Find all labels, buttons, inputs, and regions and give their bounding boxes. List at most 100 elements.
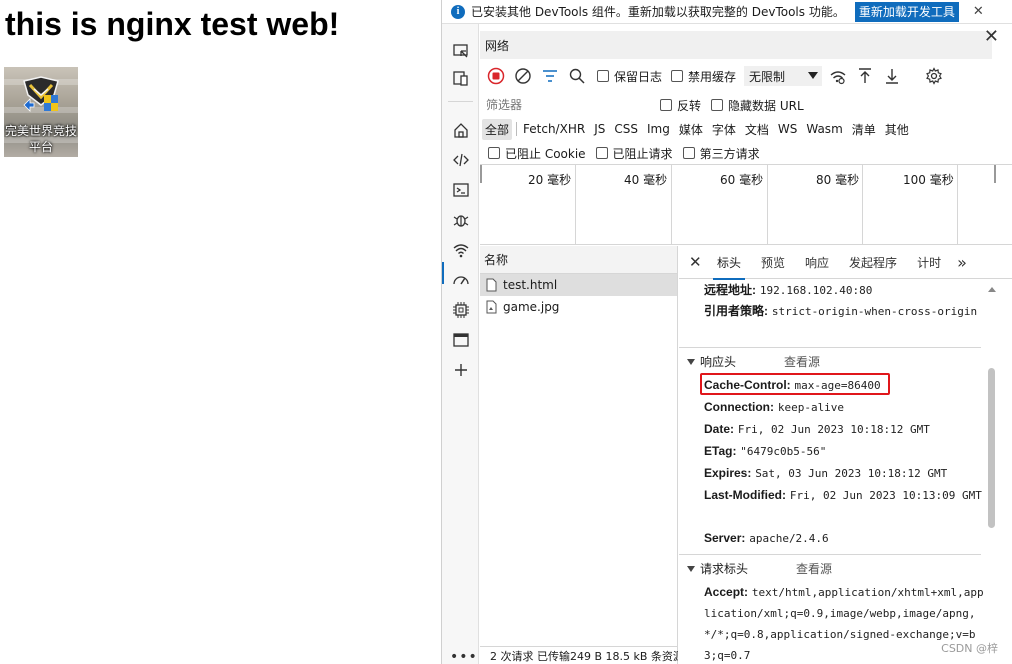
type-filter-css[interactable]: CSS: [611, 120, 641, 138]
request-row-test-html[interactable]: test.html: [480, 274, 677, 296]
invert-checkbox[interactable]: 反转: [660, 97, 701, 114]
resource-type-filters: 全部 Fetch/XHR JS CSS Img 媒体 字体 文档 WS Wasm…: [480, 118, 1012, 140]
timeline-label: 20 毫秒: [528, 173, 572, 187]
view-source-link[interactable]: 查看源: [784, 353, 820, 370]
download-icon[interactable]: [881, 65, 903, 87]
hide-data-urls-checkbox[interactable]: 隐藏数据 URL: [711, 97, 804, 114]
type-filter-all[interactable]: 全部: [482, 118, 513, 140]
filter-input[interactable]: [484, 95, 654, 115]
plus-icon[interactable]: [448, 357, 473, 382]
filter-icon[interactable]: [539, 65, 561, 87]
header-row: Connection: keep-alive: [704, 400, 845, 414]
activity-bar: •••: [442, 24, 479, 664]
request-details: ✕ 标头 预览 响应 发起程序 计时 » 远程地址: 192.168.102.4…: [679, 246, 1012, 664]
type-filter-fetch-xhr[interactable]: Fetch/XHR: [520, 120, 588, 138]
upload-icon[interactable]: [854, 65, 876, 87]
type-filter-font[interactable]: 字体: [709, 119, 739, 140]
more-icon[interactable]: •••: [450, 649, 478, 664]
panel-header: 网络: [480, 31, 992, 59]
details-scrollbar[interactable]: [985, 280, 997, 664]
close-panel-icon[interactable]: ✕: [984, 28, 999, 46]
section-title: 响应头: [700, 355, 737, 369]
type-filter-wasm[interactable]: Wasm: [803, 120, 845, 138]
headers-content: 远程地址: 192.168.102.40:80 引用者策略: strict-or…: [679, 280, 989, 664]
collapse-triangle-icon: [687, 358, 695, 365]
timeline-label: 80 毫秒: [816, 173, 860, 187]
throttling-select[interactable]: 无限制: [744, 66, 823, 86]
game-image: 完美世界竞技平台: [4, 67, 78, 157]
response-headers-section[interactable]: 响应头 查看源: [679, 347, 981, 375]
sources-bug-icon[interactable]: [448, 207, 473, 232]
tab-initiator[interactable]: 发起程序: [849, 254, 897, 271]
remote-address-row: 远程地址: 192.168.102.40:80: [704, 283, 873, 297]
clear-icon[interactable]: [512, 65, 534, 87]
request-list: 名称 test.html game.jpg 2 次请求 已传输249 B 18.…: [480, 246, 678, 664]
record-stop-icon[interactable]: [485, 65, 507, 87]
name-column-header[interactable]: 名称: [480, 246, 677, 274]
gear-icon[interactable]: [923, 65, 945, 87]
collapse-triangle-icon: [687, 565, 695, 572]
wifi-settings-icon[interactable]: [827, 65, 849, 87]
filter-row: 反转 隐藏数据 URL: [480, 94, 1012, 116]
network-toolbar: 保留日志 禁用缓存 无限制: [480, 62, 1012, 90]
type-filter-doc[interactable]: 文档: [742, 119, 772, 140]
type-filter-ws[interactable]: WS: [775, 120, 800, 138]
blocked-requests-checkbox[interactable]: 已阻止请求: [595, 145, 673, 162]
memory-chip-icon[interactable]: [448, 297, 473, 322]
disable-cache-checkbox[interactable]: 禁用缓存: [671, 68, 736, 85]
header-row: Server: apache/2.4.6: [704, 531, 829, 545]
header-row: ETag: "6479c0b5-56": [704, 444, 827, 458]
tab-timing[interactable]: 计时: [917, 254, 941, 271]
timeline-label: 40 毫秒: [624, 173, 668, 187]
view-source-link[interactable]: 查看源: [796, 560, 832, 577]
performance-gauge-icon[interactable]: [448, 267, 473, 292]
request-name: game.jpg: [503, 300, 560, 314]
type-filter-media[interactable]: 媒体: [676, 119, 706, 140]
infobar-text: 已安装其他 DevTools 组件。重新加载以获取完整的 DevTools 功能…: [471, 5, 845, 19]
search-icon[interactable]: [566, 65, 588, 87]
device-icon[interactable]: [448, 65, 473, 90]
home-icon[interactable]: [448, 117, 473, 142]
request-name: test.html: [503, 278, 558, 292]
elements-icon[interactable]: [448, 147, 473, 172]
type-filter-img[interactable]: Img: [644, 120, 673, 138]
image-file-icon: [486, 300, 497, 314]
section-title: 请求标头: [700, 562, 749, 576]
inspect-icon[interactable]: [448, 38, 473, 63]
page-heading: this is nginx test web!: [5, 6, 340, 42]
preserve-log-checkbox[interactable]: 保留日志: [597, 68, 662, 85]
request-summary-status: 2 次请求 已传输249 B 18.5 kB 条资源: [480, 646, 678, 664]
type-filter-other[interactable]: 其他: [882, 119, 912, 140]
tab-response[interactable]: 响应: [805, 254, 829, 271]
watermark: CSDN @梓: [941, 642, 998, 655]
close-icon[interactable]: ✕: [973, 4, 984, 19]
game-emblem-icon: [23, 76, 59, 112]
type-filter-manifest[interactable]: 清单: [849, 119, 879, 140]
console-icon[interactable]: [448, 177, 473, 202]
scrollbar-thumb[interactable]: [988, 368, 995, 528]
header-row: Cache-Control: max-age=86400: [704, 378, 881, 392]
reload-devtools-button[interactable]: 重新加载开发工具: [854, 1, 959, 22]
file-icon: [486, 278, 497, 292]
timeline-label: 60 毫秒: [720, 173, 764, 187]
header-row: Date: Fri, 02 Jun 2023 10:18:12 GMT: [704, 422, 930, 436]
image-caption: 完美世界竞技平台: [4, 124, 77, 154]
panel-title: 网络: [485, 38, 510, 53]
header-row: Last-Modified: Fri, 02 Jun 2023 10:13:09…: [704, 488, 982, 502]
application-window-icon[interactable]: [448, 327, 473, 352]
request-headers-section[interactable]: 请求标头 查看源: [679, 554, 981, 582]
network-panel: 网络 ✕ 保留日志 禁用缓存 无限制 筛选器 反转 隐藏数据 URL 全部 Fe…: [480, 24, 1012, 664]
tab-headers[interactable]: 标头: [712, 254, 746, 280]
network-overview-timeline[interactable]: 20 毫秒 40 毫秒 60 毫秒 80 毫秒 100 毫秒: [480, 164, 1012, 245]
network-wifi-icon[interactable]: [448, 237, 473, 262]
chevron-double-right-icon[interactable]: »: [957, 253, 967, 272]
third-party-checkbox[interactable]: 第三方请求: [682, 145, 760, 162]
scroll-up-icon[interactable]: [988, 287, 996, 292]
close-details-icon[interactable]: ✕: [689, 253, 703, 271]
blocked-cookies-checkbox[interactable]: 已阻止 Cookie: [488, 145, 586, 162]
type-filter-js[interactable]: JS: [591, 120, 608, 138]
request-row-game-jpg[interactable]: game.jpg: [480, 296, 677, 318]
info-icon: i: [451, 4, 465, 19]
devtools-infobar: i 已安装其他 DevTools 组件。重新加载以获取完整的 DevTools …: [442, 0, 1012, 24]
tab-preview[interactable]: 预览: [761, 254, 785, 271]
